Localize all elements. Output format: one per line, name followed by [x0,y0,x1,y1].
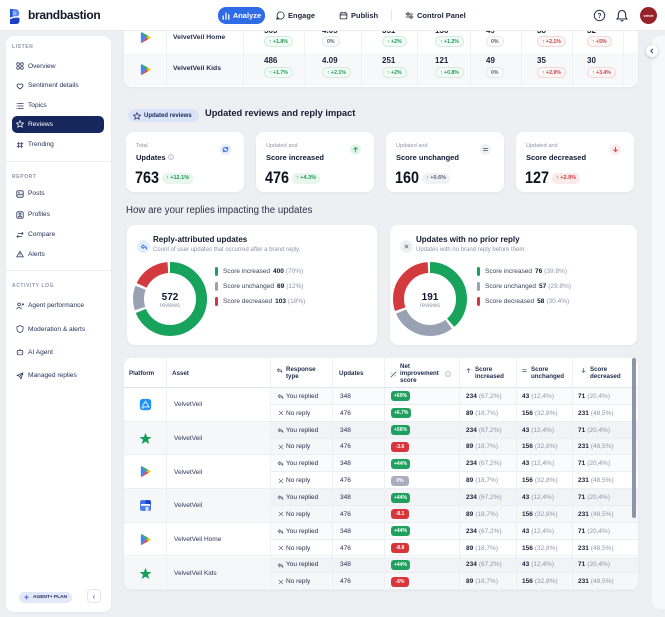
svg-text:?: ? [597,13,601,20]
